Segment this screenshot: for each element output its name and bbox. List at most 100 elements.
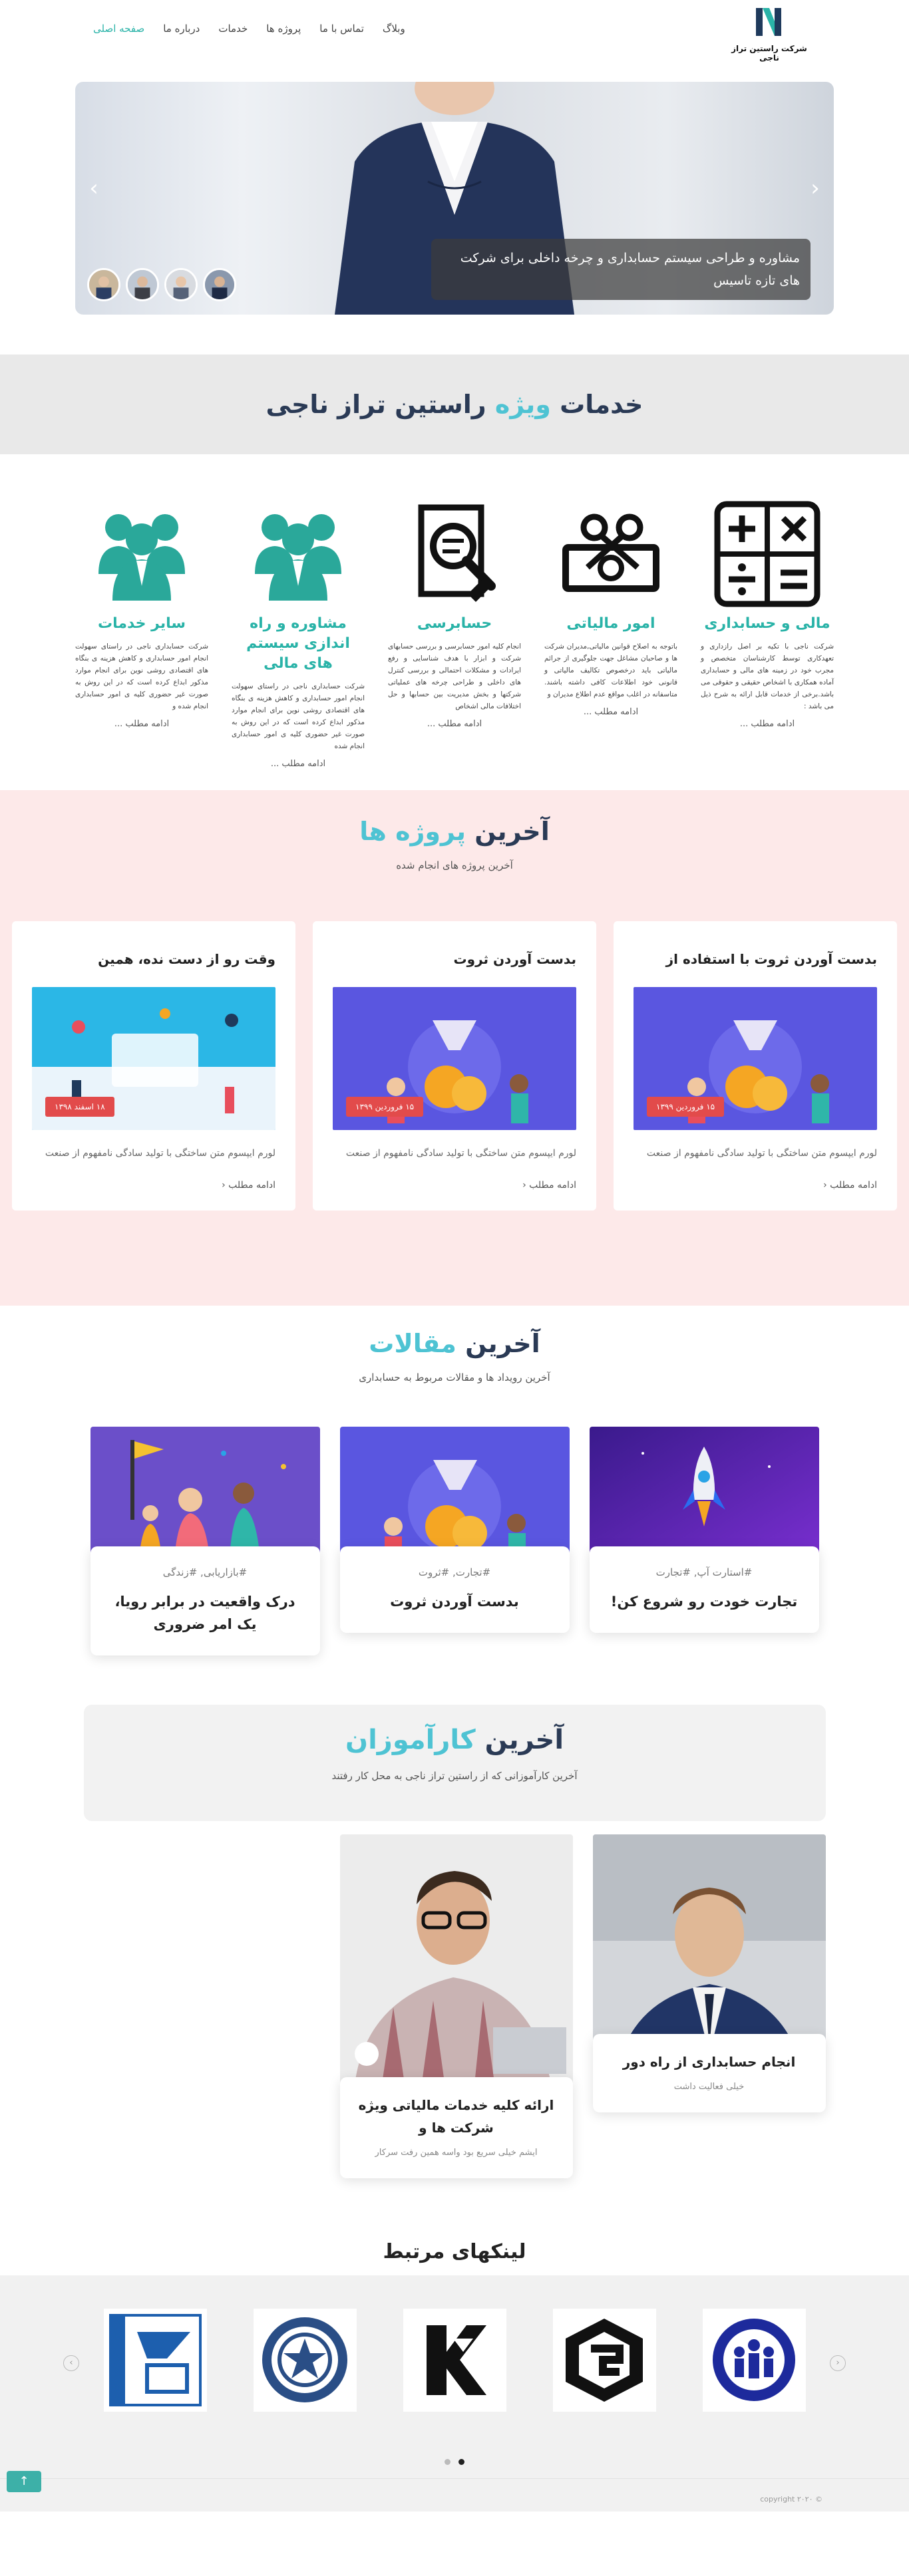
- project-image[interactable]: ۱۵ فروردین ۱۳۹۹: [634, 987, 877, 1130]
- link-logo[interactable]: [403, 2309, 506, 2412]
- article-card[interactable]: #بازاریابی, #زندگی درک واقعیت در برابر ر…: [90, 1427, 320, 1733]
- article-title[interactable]: درک واقعیت در برابر رویا، یک امر ضروری: [107, 1590, 303, 1636]
- audit-icon: [418, 504, 496, 602]
- date-badge: ۱۵ فروردین ۱۳۹۹: [346, 1097, 424, 1117]
- carousel-dot[interactable]: [458, 2459, 464, 2465]
- hero-thumb[interactable]: [203, 268, 236, 301]
- article-title[interactable]: بدست آوردن ثروت: [357, 1590, 553, 1613]
- service-text: شرکت حسابداری ناجی در راستای سهولت انجام…: [75, 643, 208, 710]
- hero-thumb[interactable]: [164, 268, 198, 301]
- service-title: مالی و حسابداری: [704, 615, 830, 632]
- read-more-link[interactable]: ادامه مطلب ...: [388, 719, 521, 729]
- project-card[interactable]: وقت رو از دست نده، همین ۱۸ اسفند ۱۳۹۸ لو…: [12, 921, 295, 1211]
- project-text: لورم ایپسوم متن ساختگی با تولید سادگی نا…: [646, 1148, 877, 1159]
- project-title[interactable]: بدست آوردن ثروت: [333, 951, 576, 967]
- article-image[interactable]: [589, 1427, 819, 1566]
- geometric-logo-icon: [565, 2319, 643, 2402]
- carousel-dot[interactable]: [445, 2459, 451, 2465]
- article-card[interactable]: #تجارت, #ثروت بدست آوردن ثروت: [339, 1427, 570, 1733]
- carousel-dots: [0, 2459, 909, 2465]
- trainees-list: انجام حسابداری از راه دور خیلی فعالیت دا…: [84, 1834, 826, 2227]
- related-links: ‹ ›: [0, 2275, 909, 2478]
- article-tags[interactable]: #استارت آپ, #تجارت: [606, 1566, 803, 1578]
- service-item: مشاوره و راه اندازی سیستم های مالی شرکت …: [232, 501, 365, 769]
- hero-next-arrow[interactable]: ›: [802, 175, 828, 202]
- main-nav: صفحه اصلی درباره ما خدمات پروژه ها تماس …: [93, 23, 405, 35]
- logo-mark-icon: [756, 8, 781, 36]
- services-heading: خدمات ویژه راستین تراز ناجی: [266, 390, 643, 419]
- article-tags[interactable]: #بازاریابی, #زندگی: [107, 1566, 303, 1578]
- date-badge: ۱۸ اسفند ۱۳۹۸: [45, 1097, 114, 1117]
- article-info: #بازاریابی, #زندگی درک واقعیت در برابر ر…: [90, 1546, 320, 1655]
- carousel-next-arrow[interactable]: ›: [830, 2355, 846, 2371]
- projects-list: بدست آوردن ثروت با استفاده از ۱۵ فروردین…: [0, 921, 909, 1211]
- nav-item-about[interactable]: درباره ما: [163, 23, 200, 35]
- service-text: انجام کلیه امور حسابرسی و بررسی حسابهای …: [388, 643, 521, 710]
- back-to-top-button[interactable]: ↑: [7, 2471, 41, 2492]
- project-title[interactable]: وقت رو از دست نده، همین: [32, 951, 275, 967]
- project-image[interactable]: ۱۵ فروردین ۱۳۹۹: [333, 987, 576, 1130]
- article-tags[interactable]: #تجارت, #ثروت: [357, 1566, 553, 1578]
- tax-icon: [562, 513, 659, 592]
- services-list: مالی و حسابداری شرکت ناجی با تکیه بر اصل…: [75, 501, 834, 769]
- service-title: امور مالیاتی: [566, 615, 655, 632]
- trainee-card[interactable]: انجام حسابداری از راه دور خیلی فعالیت دا…: [592, 1834, 826, 2227]
- link-logo[interactable]: [552, 2309, 656, 2412]
- nav-item-home[interactable]: صفحه اصلی: [93, 23, 144, 35]
- articles-list: #استارت آپ, #تجارت تجارت خودت رو شروع کن…: [0, 1427, 909, 1733]
- read-more-link[interactable]: ادامه مطلب ...: [75, 719, 208, 729]
- nav-item-projects[interactable]: پروژه ها: [266, 23, 301, 35]
- site-logo[interactable]: شرکت راستین تراز ناجی: [723, 5, 816, 63]
- trainee-card[interactable]: ارائه کلیه خدمات مالیاتی ویژه شرکت ها و …: [339, 1834, 573, 2227]
- links-carousel: [0, 2275, 909, 2412]
- article-image[interactable]: [90, 1427, 320, 1566]
- hero-thumbnails: [87, 268, 236, 301]
- project-card[interactable]: بدست آوردن ثروت با استفاده از ۱۵ فروردین…: [614, 921, 897, 1211]
- trainee-title[interactable]: انجام حسابداری از راه دور: [606, 2051, 813, 2073]
- article-info: #تجارت, #ثروت بدست آوردن ثروت: [339, 1546, 570, 1633]
- link-logo[interactable]: [702, 2309, 806, 2412]
- article-card[interactable]: #استارت آپ, #تجارت تجارت خودت رو شروع کن…: [589, 1427, 819, 1733]
- hero-slider: ‹ › مشاوره و طراحی سیستم حسابداری و چرخه…: [75, 82, 834, 315]
- carousel-prev-arrow[interactable]: ‹: [63, 2355, 79, 2371]
- nav-item-services[interactable]: خدمات: [218, 23, 248, 35]
- read-more-link[interactable]: ادامه مطلب ...: [544, 707, 677, 717]
- articles-heading: آخرین مقالات آخرین رویداد ها و مقالات مر…: [0, 1329, 909, 1383]
- service-title: سایر خدمات: [97, 615, 186, 632]
- team-icon: [98, 514, 185, 601]
- trainee-subtitle: خیلی فعالیت داشت: [673, 2082, 745, 2092]
- trainee-info: انجام حسابداری از راه دور خیلی فعالیت دا…: [592, 2034, 826, 2112]
- read-more-link[interactable]: ادامه مطلب ...: [701, 719, 834, 729]
- calculator-icon: [714, 501, 820, 607]
- service-item: امور مالیاتی باتوجه به اصلاح قوانین مالی…: [544, 501, 677, 767]
- link-logo[interactable]: [253, 2309, 357, 2412]
- service-text: شرکت ناجی با تکیه بر اصل رازداری و تعهدک…: [701, 643, 834, 710]
- project-image[interactable]: ۱۸ اسفند ۱۳۹۸: [32, 987, 275, 1130]
- read-more-link[interactable]: ادامه مطلب ‹: [32, 1180, 275, 1191]
- service-title: حسابرسی: [417, 615, 492, 632]
- read-more-link[interactable]: ادامه مطلب ‹: [333, 1180, 576, 1191]
- nav-item-blog[interactable]: وبلاگ: [383, 23, 405, 35]
- site-header: شرکت راستین تراز ناجی صفحه اصلی درباره م…: [0, 0, 909, 70]
- nav-item-contact[interactable]: تماس با ما: [319, 23, 364, 35]
- article-image[interactable]: [339, 1427, 570, 1566]
- hero-thumb[interactable]: [87, 268, 120, 301]
- trainee-subtitle: ایشم خیلی سریع بود واسه همین رفت سرکار: [375, 2148, 538, 2158]
- service-item: حسابرسی انجام کلیه امور حسابرسی و بررسی …: [388, 501, 521, 767]
- articles-subtitle: آخرین رویداد ها و مقالات مربوط به حسابدا…: [359, 1371, 550, 1383]
- link-logo[interactable]: [103, 2309, 207, 2412]
- read-more-link[interactable]: ادامه مطلب ‹: [634, 1180, 877, 1191]
- project-text: لورم ایپسوم متن ساختگی با تولید سادگی نا…: [45, 1148, 275, 1159]
- project-title[interactable]: بدست آوردن ثروت با استفاده از: [634, 951, 877, 967]
- insurance-logo-icon: [712, 2319, 795, 2401]
- hero-thumb[interactable]: [126, 268, 159, 301]
- project-card[interactable]: بدست آوردن ثروت ۱۵ فروردین ۱۳۹۹ لورم ایپ…: [313, 921, 596, 1211]
- article-title[interactable]: تجارت خودت رو شروع کن!: [606, 1590, 803, 1613]
- copyright-text: copyright ۲۰۲۰ ©: [760, 2495, 822, 2504]
- consultants-icon: [255, 514, 341, 601]
- hero-prev-arrow[interactable]: ‹: [81, 175, 107, 202]
- trainee-title[interactable]: ارائه کلیه خدمات مالیاتی ویژه شرکت ها و: [353, 2094, 560, 2139]
- projects-section: آخرین پروژه ها آخرین پروژه های انجام شده…: [0, 790, 909, 1306]
- service-text: شرکت حسابداری ناجی در راستای سهولت انجام…: [232, 682, 365, 750]
- read-more-link[interactable]: ادامه مطلب ...: [232, 759, 365, 769]
